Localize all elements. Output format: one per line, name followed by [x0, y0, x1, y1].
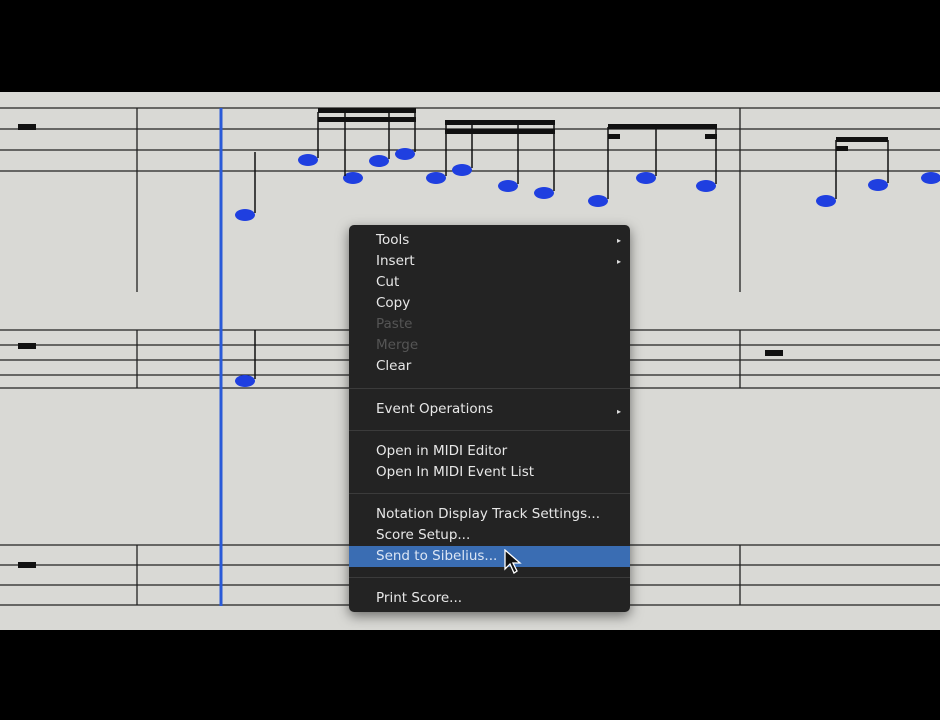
- mouse-pointer-icon: [504, 549, 522, 574]
- menu-item-paste: Paste: [376, 316, 413, 332]
- menu-separator: [349, 577, 630, 578]
- menu-item-event-operations[interactable]: Event Operations ▸: [349, 399, 630, 420]
- menu-item-label: Event Operations: [376, 401, 494, 417]
- menu-separator: [349, 430, 630, 431]
- submenu-arrow-icon: ▸: [616, 407, 621, 416]
- menu-item-label: Tools: [376, 232, 410, 248]
- submenu-arrow-icon: ▸: [616, 257, 621, 266]
- menu-item-clear[interactable]: Clear: [349, 356, 630, 377]
- menu-item-open-midi-event-list[interactable]: Open In MIDI Event List: [349, 462, 630, 483]
- submenu-arrow-icon: ▸: [616, 236, 621, 245]
- context-menu: Tools ▸ Insert ▸ Cut Copy Paste Merge Clea…: [349, 225, 630, 612]
- menu-item-cut[interactable]: Cut: [349, 272, 630, 293]
- menu-separator: [349, 388, 630, 389]
- menu-item-tools[interactable]: Tools ▸: [349, 230, 630, 251]
- menu-item-insert[interactable]: Insert ▸: [349, 251, 630, 272]
- menu-item-notation-display-track-settings[interactable]: Notation Display Track Settings...: [349, 504, 630, 525]
- menu-item-label: Insert: [376, 253, 415, 269]
- menu-separator: [349, 493, 630, 494]
- menu-item-score-setup[interactable]: Score Setup...: [349, 525, 630, 546]
- menu-item-send-to-sibelius[interactable]: Send to Sibelius...: [349, 546, 630, 567]
- menu-item-merge: Merge: [376, 337, 419, 353]
- menu-item-print-score[interactable]: Print Score...: [349, 588, 630, 609]
- menu-item-copy[interactable]: Copy: [349, 293, 630, 314]
- menu-item-open-midi-editor[interactable]: Open in MIDI Editor: [349, 441, 630, 462]
